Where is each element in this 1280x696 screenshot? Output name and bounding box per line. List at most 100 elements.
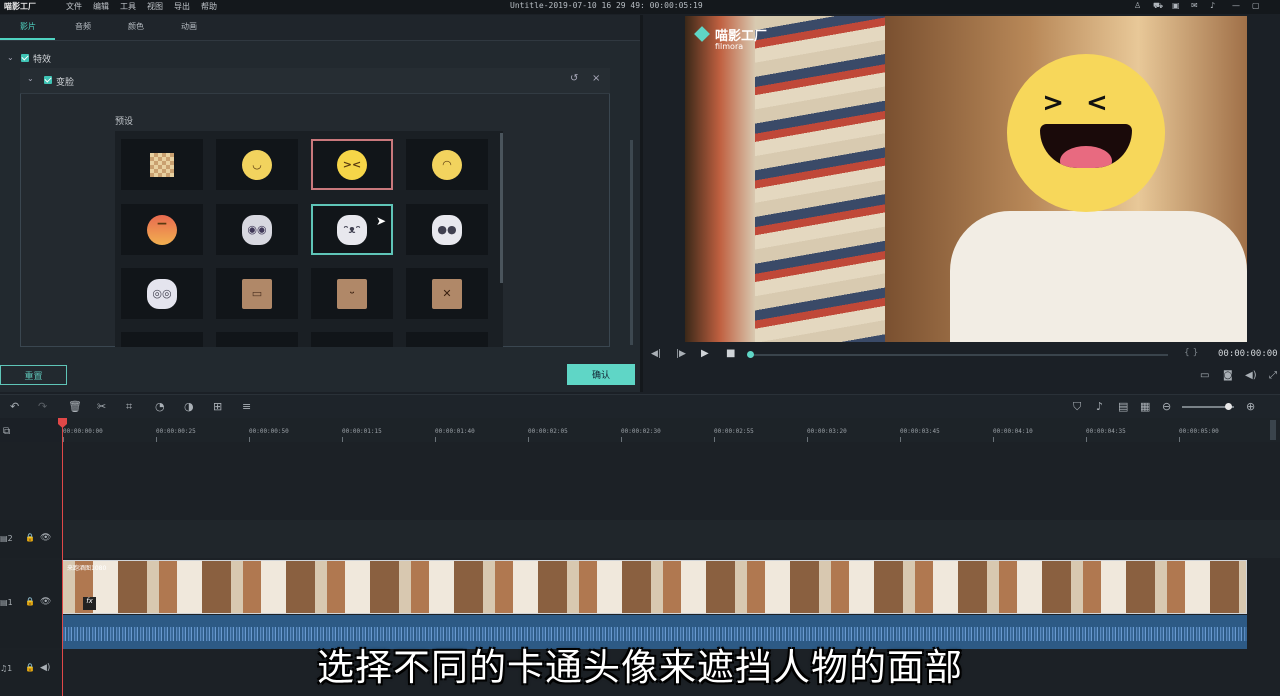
cart-icon[interactable]: ⛟ [1153,1,1163,11]
adjust-icon[interactable]: ≡ [242,400,251,413]
chevron-down-icon[interactable]: ⌄ [7,53,14,62]
delete-icon[interactable]: 🗑 [68,400,82,413]
clip-thumbnails [63,561,1246,613]
preset-box-grumpy[interactable]: ▭ [216,268,298,319]
app-logo: 喵影工厂 [4,2,36,11]
cut-icon[interactable]: ✂ [97,400,106,413]
zoom-in-icon[interactable]: ⊕ [1246,400,1255,413]
preset-worried-face[interactable]: ◠ [406,139,488,190]
fx-icon[interactable]: fx [83,597,96,610]
render-icon[interactable]: ▦ [1140,400,1150,413]
clip-name: 来跑酒图1080 [67,565,107,572]
preset-mosaic[interactable] [121,139,203,190]
preset-row4-d[interactable] [406,332,488,347]
chevron-down-icon[interactable]: ⌄ [27,74,34,83]
fullscreen-icon[interactable]: ⤢ [1269,370,1277,381]
tab-animation[interactable]: 动画 [181,21,197,32]
ok-button[interactable]: 确认 [567,364,635,385]
save-icon[interactable]: ▣ [1172,1,1180,10]
effects-checkbox[interactable] [21,54,29,62]
preset-cat-scream[interactable]: ◉◉ [216,204,298,255]
audio-mix-icon[interactable]: ▤ [1118,400,1128,413]
preset-box-happy[interactable]: ᵕ [311,268,393,319]
panel-scrollbar[interactable] [630,140,633,345]
progress-track[interactable] [750,354,1168,356]
display-settings-icon[interactable]: ▭ [1200,370,1209,381]
close-icon[interactable]: × [592,73,600,84]
mouse-cursor: ➤ [376,214,387,228]
preset-row4-b[interactable] [216,332,298,347]
speed-icon[interactable]: ◔ [155,400,165,413]
preset-cat-surprised[interactable]: ●● [406,204,488,255]
minimize-icon[interactable]: — [1232,1,1240,10]
progress-handle[interactable] [747,351,754,358]
marker-braces-icon[interactable]: { } [1184,348,1198,358]
preset-row4-a[interactable] [121,332,203,347]
wave-curtain [755,16,885,342]
face-off-checkbox[interactable] [44,76,52,84]
lock-icon[interactable]: 🔒 [25,533,35,542]
split-screen-icon[interactable]: ⊞ [213,400,222,413]
lock-icon[interactable]: 🔒 [25,597,35,606]
reset-button[interactable]: 重置 [0,365,67,385]
preset-yum-face[interactable]: ◡ [216,139,298,190]
mic-icon[interactable]: ♪ [1210,1,1215,10]
preset-cat-scared[interactable]: ◎◎ [121,268,203,319]
squint-eyes-icon: >< [1042,88,1130,118]
menu-file[interactable]: 文件 [66,1,82,12]
redo-icon[interactable]: ↷ [38,400,47,413]
menu-help[interactable]: 帮助 [201,1,217,12]
cat-surprised-icon: ●● [432,214,462,245]
preset-angry-face[interactable]: ▔ [121,204,203,255]
laughing-face-icon: >< [337,149,367,180]
tab-video[interactable]: 影片 [20,21,36,32]
ruler-label: 00:00:03:45 [900,428,940,435]
track-2-lane[interactable] [62,520,1280,558]
window-title: Untitle-2019-07-10 16 29 49: 00:00:05:19 [510,1,703,10]
tab-audio[interactable]: 音频 [75,21,91,32]
zoom-slider-handle[interactable] [1225,403,1232,410]
ruler-label: 00:00:04:10 [993,428,1033,435]
preset-grid: ◡ >< ◠ ▔ ◉◉ ᵔᴥᵔ ●● ◎◎ ▭ ᵕ ✕ [115,131,503,347]
mail-icon[interactable]: ✉ [1191,1,1198,10]
eye-icon[interactable]: 👁 [40,597,51,607]
preset-scrollbar[interactable] [500,133,503,283]
user-icon[interactable]: ♙ [1134,1,1141,10]
preset-cat-face[interactable]: ᵔᴥᵔ [311,204,393,255]
maximize-icon[interactable]: ▢ [1252,1,1260,10]
preset-laughing-face[interactable]: >< [311,139,393,190]
menu-tools[interactable]: 工具 [120,1,136,12]
voiceover-icon[interactable]: ♪ [1096,400,1103,413]
subtitle-caption: 选择不同的卡通头像来遮挡人物的面部 [317,646,963,689]
preset-row4-c[interactable] [311,332,393,347]
step-back-icon[interactable]: |▶ [676,349,686,359]
stop-icon[interactable]: ■ [726,348,735,359]
snapshot-icon[interactable]: ◙ [1223,370,1233,381]
ruler-label: 00:00:02:55 [714,428,754,435]
player-controls: ◀| |▶ ▶ ■ { } 00:00:00:00 ▭ ◙ ◀) ⤢ [643,344,1280,392]
cat-scared-icon: ◎◎ [147,278,177,309]
preset-box-dizzy[interactable]: ✕ [406,268,488,319]
zoom-out-icon[interactable]: ⊖ [1162,400,1171,413]
face-off-label: 变脸 [56,78,75,88]
timeline-scrollbar[interactable] [1270,420,1276,440]
ruler-label: 00:00:04:35 [1086,428,1126,435]
tab-color[interactable]: 颜色 [128,21,144,32]
crop-icon[interactable]: ⌗ [126,400,132,414]
play-icon[interactable]: ▶ [701,348,709,359]
undo-icon[interactable]: ↶ [10,400,19,413]
prev-frame-icon[interactable]: ◀| [651,349,661,359]
menu-export[interactable]: 导出 [174,1,190,12]
add-track-icon[interactable]: ⧉ [3,426,10,437]
menu-view[interactable]: 视图 [147,1,163,12]
worried-face-icon: ◠ [432,149,462,180]
eye-icon[interactable]: 👁 [40,533,51,543]
reset-effect-icon[interactable]: ↺ [570,73,578,84]
video-clip[interactable]: 来跑酒图1080 fx [62,560,1247,614]
video-preview: >< 喵影工厂 filmora [685,16,1247,342]
shield-icon[interactable]: ⛉ [1073,400,1081,414]
effects-section-label: 特效 [33,55,52,65]
menu-edit[interactable]: 编辑 [93,1,109,12]
color-icon[interactable]: ◑ [184,400,194,413]
volume-icon[interactable]: ◀) [1245,370,1257,381]
